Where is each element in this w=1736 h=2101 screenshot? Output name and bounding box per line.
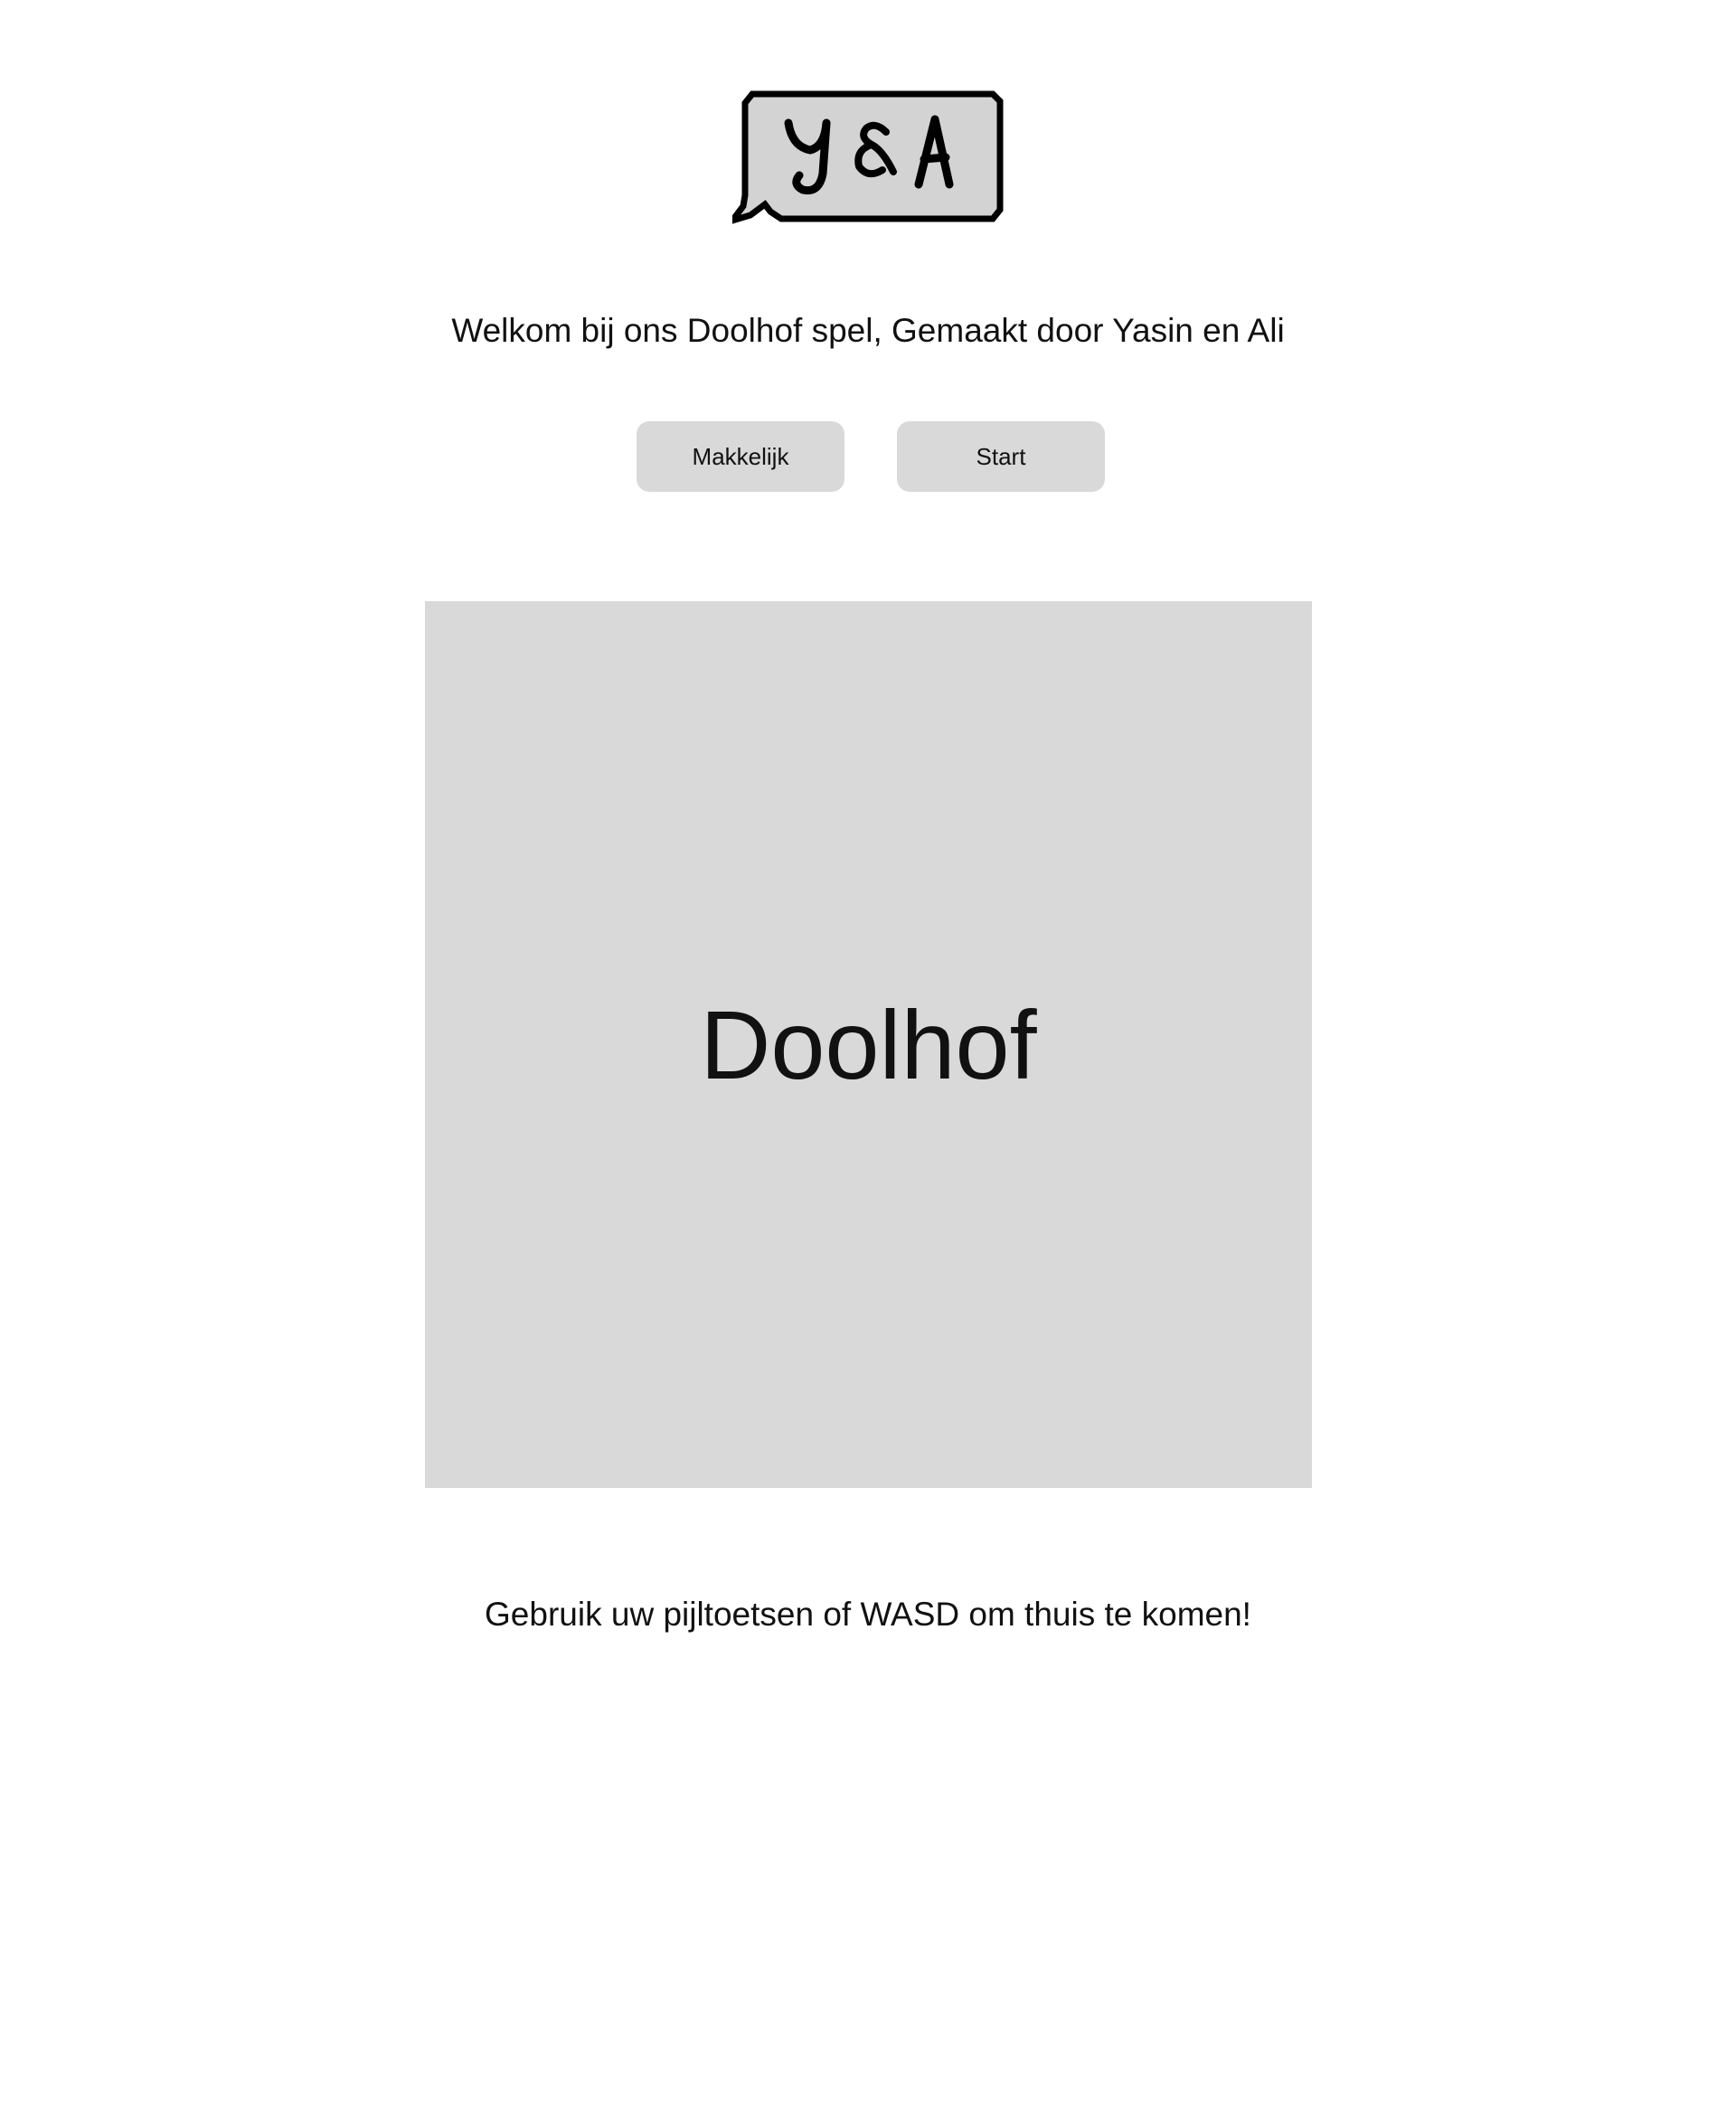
logo-icon [732, 90, 1004, 224]
start-button[interactable]: Start [897, 421, 1105, 492]
maze-title: Doolhof [700, 989, 1037, 1099]
difficulty-button[interactable]: Makkelijk [637, 421, 844, 492]
welcome-text: Welkom bij ons Doolhof spel, Gemaakt doo… [451, 312, 1285, 349]
instructions-text: Gebruik uw pijltoetsen of WASD om thuis … [485, 1596, 1251, 1633]
logo-speech-bubble [732, 87, 1004, 228]
maze-canvas[interactable]: Doolhof [425, 601, 1312, 1488]
